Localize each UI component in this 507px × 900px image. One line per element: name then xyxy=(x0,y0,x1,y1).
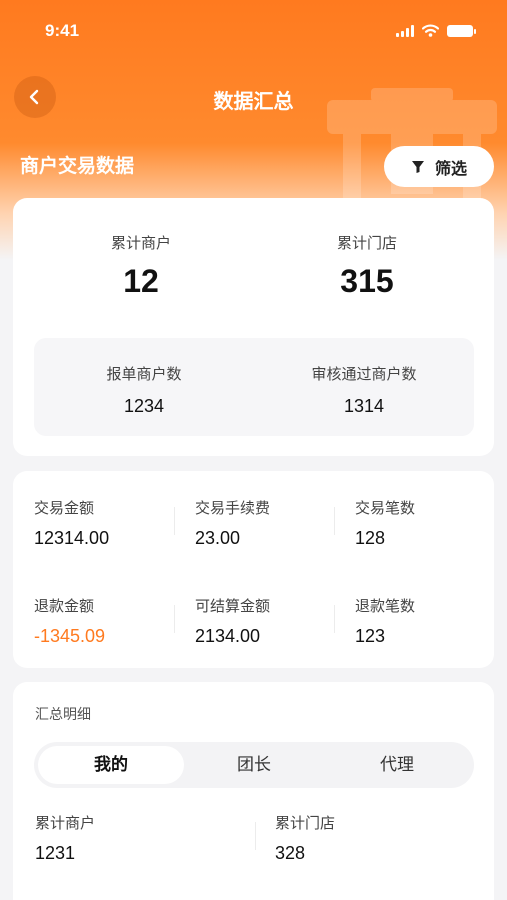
divider xyxy=(174,507,175,535)
wifi-icon xyxy=(422,24,439,37)
divider xyxy=(174,605,175,633)
detail-merchants: 累计商户 1231 xyxy=(35,812,95,864)
stat-value: 23.00 xyxy=(195,528,241,548)
signal-icon xyxy=(396,24,414,37)
page-title: 数据汇总 xyxy=(213,89,294,113)
stat-trade-amount: 交易金额 12314.00 xyxy=(34,497,109,549)
sub-value: 1314 xyxy=(343,396,385,416)
stat-value: 2134.00 xyxy=(195,626,261,646)
sub-stats-box: 报单商户数 1234 审核通过商户数 1314 xyxy=(34,338,474,436)
kpi-value: 315 xyxy=(340,263,394,299)
sub-value: 1234 xyxy=(123,396,165,416)
stat-label: 交易笔数 xyxy=(355,499,416,517)
stat-value: 128 xyxy=(355,528,386,548)
stat-value: 12314.00 xyxy=(34,528,110,548)
stat-label: 退款金额 xyxy=(34,597,95,615)
stat-label: 交易金额 xyxy=(34,499,95,517)
filter-button[interactable]: 筛选 xyxy=(384,146,494,187)
stat-label: 退款笔数 xyxy=(355,597,416,615)
stat-value: 1231 xyxy=(35,843,76,863)
divider xyxy=(255,822,256,850)
stat-settleable-amount: 可结算金额 2134.00 xyxy=(195,595,270,647)
details-card: 汇总明细 我的 团长 代理 累计商户 1231 累计门店 328 xyxy=(13,682,494,900)
filter-label: 筛选 xyxy=(434,158,467,178)
stat-refund-count: 退款笔数 123 xyxy=(355,595,415,647)
tab-mine[interactable]: 我的 xyxy=(38,746,184,784)
status-time: 9:41 xyxy=(45,21,80,40)
details-title: 汇总明细 xyxy=(35,707,91,723)
funnel-icon xyxy=(411,160,424,173)
stat-value-negative: -1345.09 xyxy=(34,626,106,646)
sub-label: 报单商户数 xyxy=(106,365,182,383)
stat-label: 累计门店 xyxy=(275,814,336,832)
battery-icon xyxy=(447,24,476,37)
kpi-label: 累计商户 xyxy=(110,234,171,252)
kpi-label: 累计门店 xyxy=(336,234,397,252)
tab-team-leader[interactable]: 团长 xyxy=(181,746,327,784)
stat-label: 可结算金额 xyxy=(195,597,271,615)
detail-stores: 累计门店 328 xyxy=(275,812,335,864)
stat-value: 328 xyxy=(275,843,306,863)
sub-reported: 报单商户数 1234 xyxy=(34,363,254,417)
section-title: 商户交易数据 xyxy=(20,155,135,177)
tab-agent[interactable]: 代理 xyxy=(324,746,470,784)
divider xyxy=(334,507,335,535)
kpi-merchants: 累计商户 12 xyxy=(21,232,261,300)
sub-approved: 审核通过商户数 1314 xyxy=(254,363,474,417)
stat-refund-amount: 退款金额 -1345.09 xyxy=(34,595,105,647)
kpi-value: 12 xyxy=(123,263,159,299)
status-bar: 9:41 xyxy=(0,0,507,60)
stat-value: 123 xyxy=(355,626,386,646)
details-tabs: 我的 团长 代理 xyxy=(34,742,474,788)
stat-label: 交易手续费 xyxy=(195,499,271,517)
sub-label: 审核通过商户数 xyxy=(311,365,417,383)
divider xyxy=(334,605,335,633)
stat-trade-count: 交易笔数 128 xyxy=(355,497,415,549)
transactions-card: 交易金额 12314.00 交易手续费 23.00 交易笔数 128 退款金额 … xyxy=(13,471,494,668)
stat-trade-fee: 交易手续费 23.00 xyxy=(195,497,270,549)
stat-label: 累计商户 xyxy=(35,814,96,832)
summary-card: 累计商户 12 累计门店 315 报单商户数 1234 审核通过商户数 1314 xyxy=(13,198,494,456)
status-icons xyxy=(396,24,476,37)
kpi-stores: 累计门店 315 xyxy=(247,232,487,300)
